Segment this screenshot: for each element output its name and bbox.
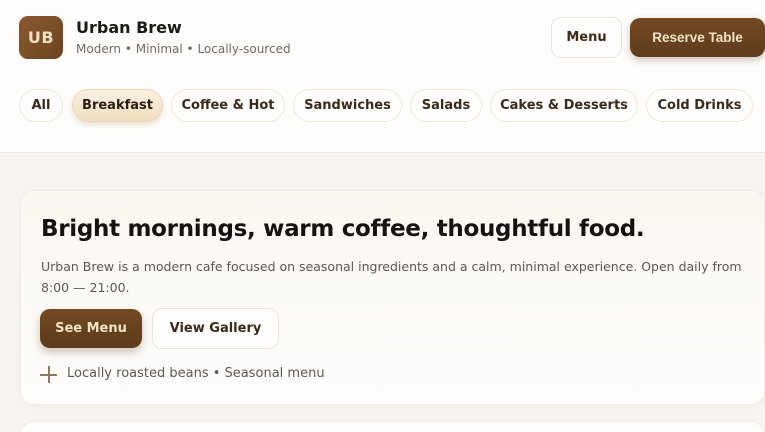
tab-coffee-hot[interactable]: Coffee & Hot <box>171 89 285 122</box>
view-gallery-button[interactable]: View Gallery <box>152 308 279 349</box>
tab-cakes-desserts[interactable]: Cakes & Desserts <box>490 89 638 122</box>
plus-icon <box>40 366 57 383</box>
brand-name: Urban Brew <box>76 18 182 37</box>
brand-tagline: Modern • Minimal • Locally-sourced <box>76 42 291 56</box>
menu-button[interactable]: Menu <box>551 17 622 58</box>
brand-logo[interactable]: UB <box>19 16 63 59</box>
next-section-card <box>20 421 765 432</box>
hero-note: Locally roasted beans • Seasonal menu <box>67 366 325 381</box>
hero-title: Bright mornings, warm coffee, thoughtful… <box>41 216 645 242</box>
tab-all[interactable]: All <box>19 89 63 122</box>
see-menu-button[interactable]: See Menu <box>40 309 142 348</box>
tab-breakfast[interactable]: Breakfast <box>72 89 163 122</box>
tab-cold-drinks[interactable]: Cold Drinks <box>646 89 753 122</box>
hero-description: Urban Brew is a modern cafe focused on s… <box>41 259 742 295</box>
reserve-table-button[interactable]: Reserve Table <box>630 18 765 57</box>
top-header: UB Urban Brew Modern • Minimal • Locally… <box>0 0 765 153</box>
tab-salads[interactable]: Salads <box>410 89 482 122</box>
tab-sandwiches[interactable]: Sandwiches <box>293 89 402 122</box>
